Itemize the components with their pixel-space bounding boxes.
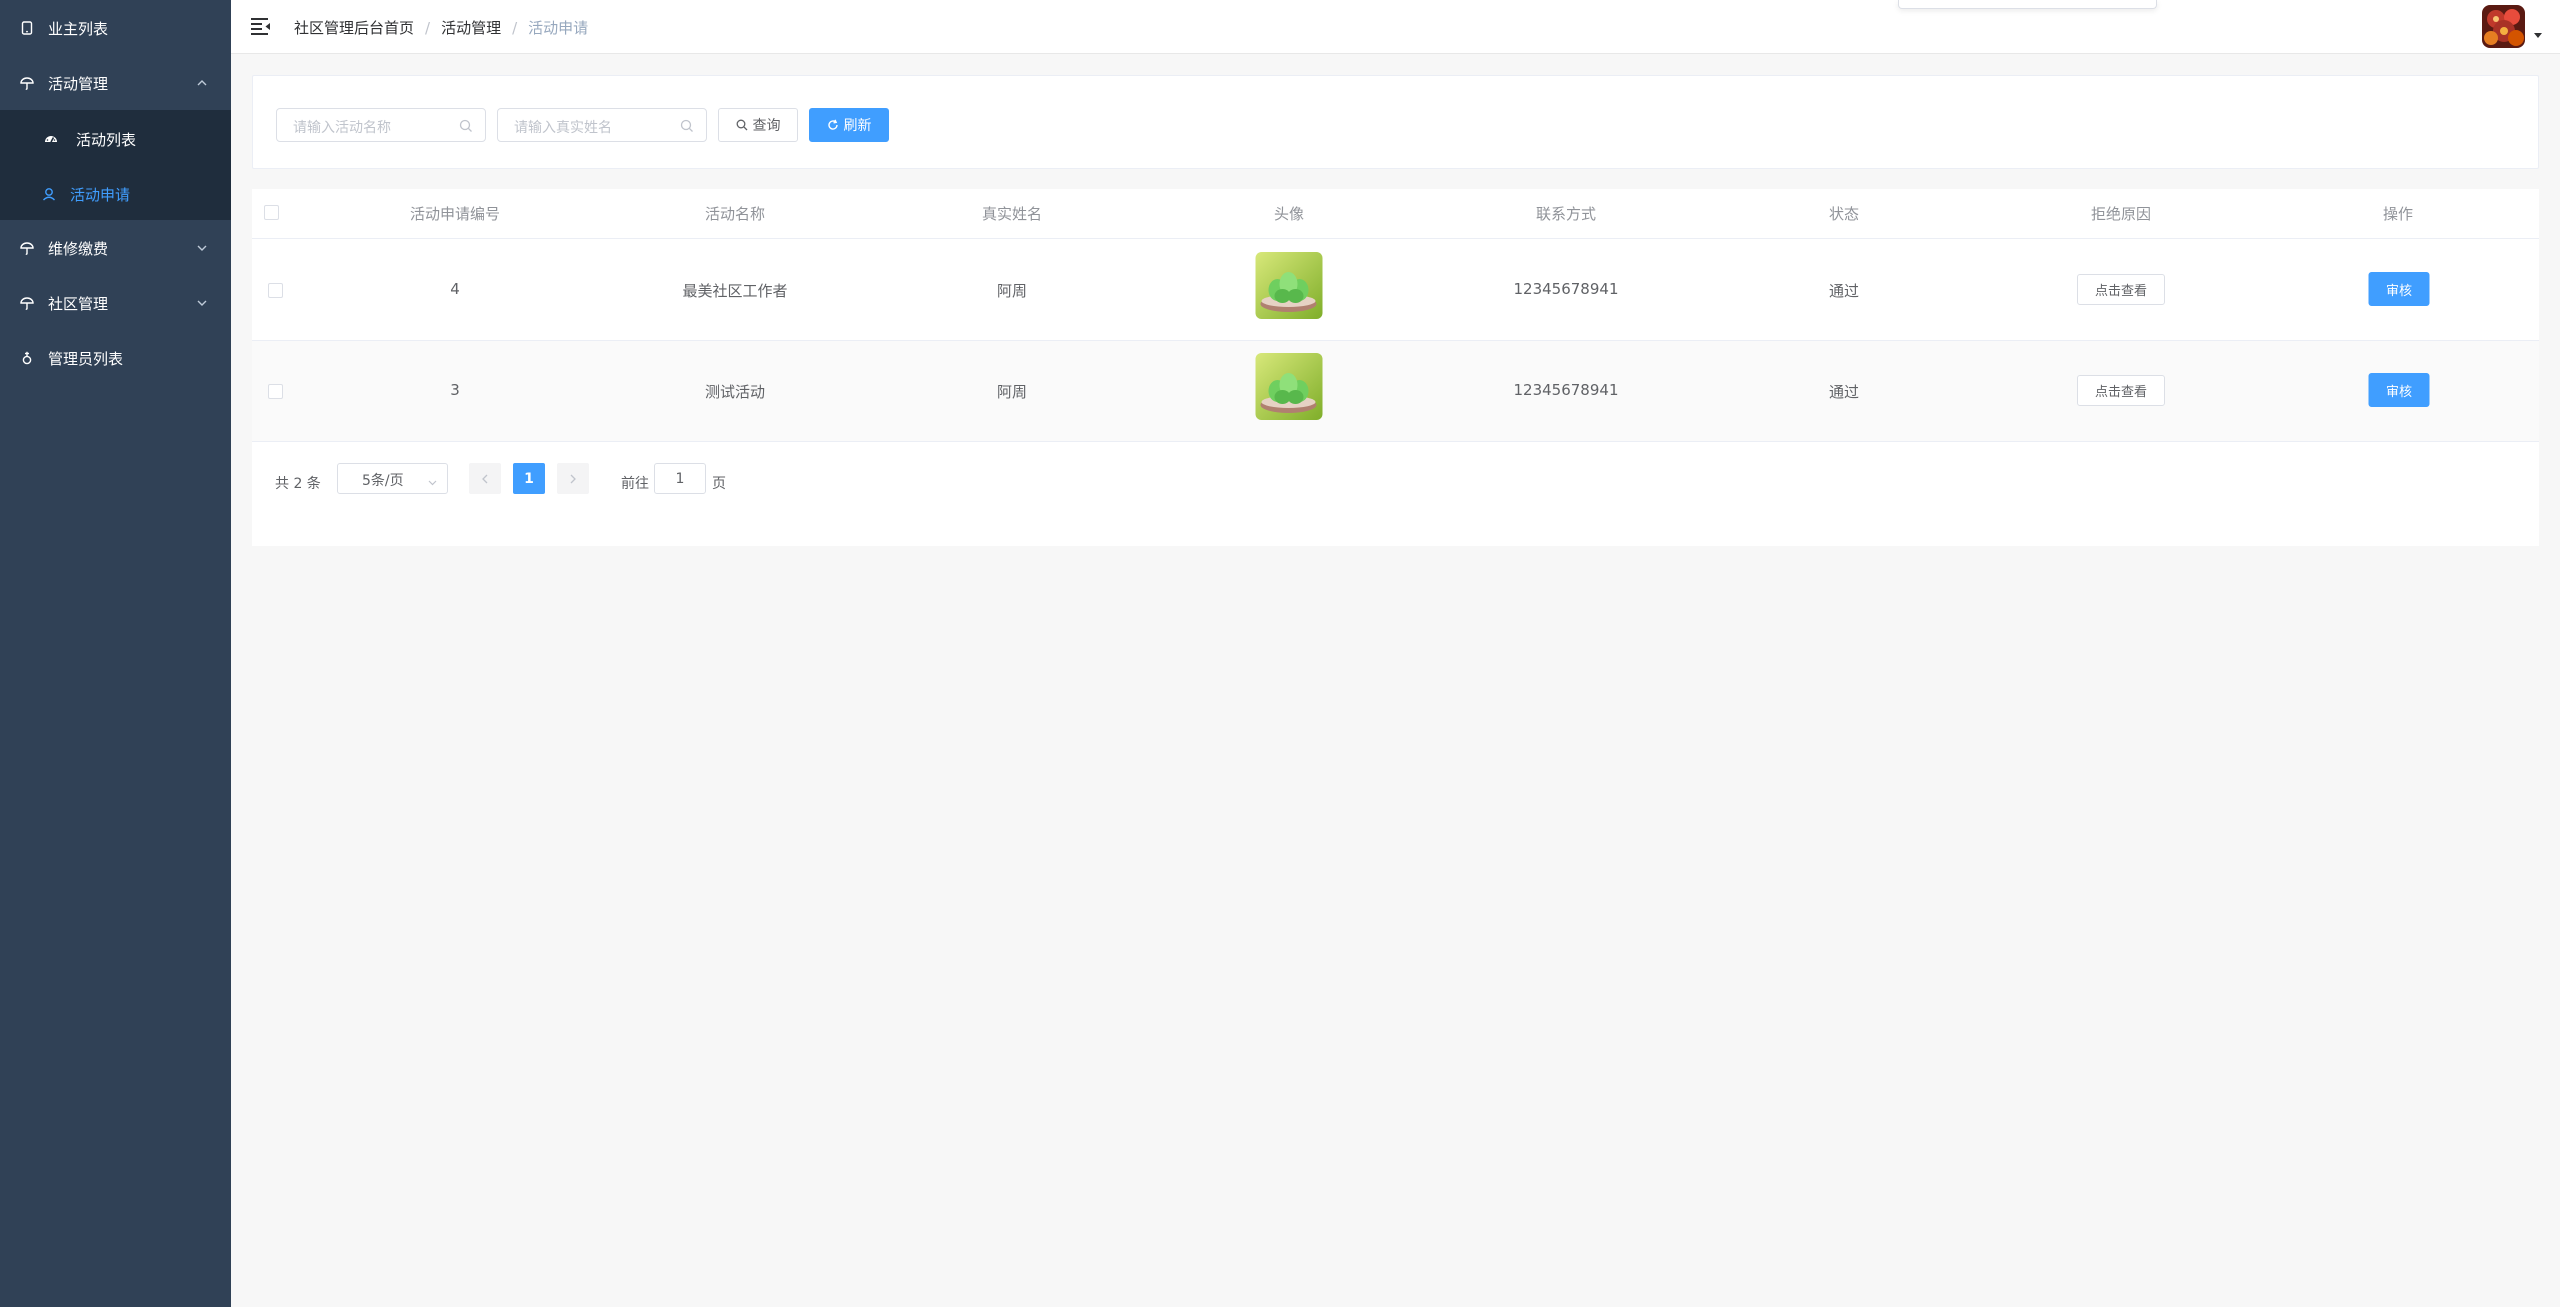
- umbrella-icon: [20, 241, 34, 255]
- search-icon: [680, 119, 694, 133]
- input-placeholder: 请输入活动名称: [293, 120, 391, 136]
- breadcrumb-activity-management[interactable]: 活动管理: [441, 17, 501, 38]
- caret-down-icon[interactable]: [2534, 33, 2542, 38]
- real-name-input[interactable]: 请输入真实姓名: [497, 108, 707, 142]
- sidebar-item-label: 管理员列表: [48, 349, 124, 368]
- view-reason-button[interactable]: 点击查看: [2077, 375, 2165, 406]
- review-button[interactable]: 审核: [2368, 272, 2430, 306]
- sidebar-item-activity-list[interactable]: 活动列表: [0, 112, 231, 166]
- cell-real-name: 阿周: [996, 383, 1028, 401]
- sidebar-item-admin-list[interactable]: 管理员列表: [0, 331, 231, 385]
- view-reason-button[interactable]: 点击查看: [2077, 274, 2165, 305]
- cell-status: 通过: [1828, 282, 1860, 300]
- cell-activity-name: 最美社区工作者: [682, 282, 788, 300]
- sidebar-item-label: 活动列表: [76, 130, 137, 149]
- refresh-icon: [827, 119, 839, 131]
- pagination: 共 2 条 5条/页 1 前往 1 页: [252, 430, 2539, 494]
- sidebar-item-label: 活动管理: [48, 74, 109, 93]
- cell-activity-name: 测试活动: [704, 383, 766, 401]
- goto-suffix: 页: [712, 476, 726, 492]
- cell-phone: 12345678941: [1513, 280, 1619, 298]
- breadcrumb-separator: /: [512, 18, 518, 37]
- column-header: 状态: [1828, 205, 1860, 223]
- umbrella-icon: [20, 76, 34, 90]
- user-avatar[interactable]: [2482, 5, 2525, 48]
- table-row: 4 最美社区工作者 阿周 12345678941 通过 点击查看 审核: [252, 240, 2539, 341]
- cell-real-name: 阿周: [996, 282, 1028, 300]
- top-navbar: 社区管理后台首页 / 活动管理 / 活动申请: [231, 0, 2560, 54]
- search-panel: 请输入活动名称 请输入真实姓名 查询 刷新: [252, 75, 2539, 169]
- breadcrumb-separator: /: [425, 18, 431, 37]
- table-header: 活动申请编号 活动名称 真实姓名 头像 联系方式 状态 拒绝原因 操作: [252, 189, 2539, 239]
- page-size-value: 5条/页: [362, 473, 404, 489]
- refresh-button[interactable]: 刷新: [809, 108, 889, 142]
- sidebar-item-label: 维修缴费: [48, 239, 109, 258]
- page-size-select[interactable]: 5条/页: [337, 463, 448, 494]
- select-all-checkbox[interactable]: [264, 205, 279, 220]
- breadcrumb: 社区管理后台首页 / 活动管理 / 活动申请: [294, 17, 588, 38]
- goto-prefix: 前往: [621, 476, 649, 492]
- sidebar-item-activity-application[interactable]: 活动申请: [0, 167, 231, 221]
- cell-application-id: 4: [450, 280, 460, 298]
- column-header: 联系方式: [1535, 205, 1597, 223]
- review-button[interactable]: 审核: [2368, 373, 2430, 407]
- dropdown-popover-edge: [1898, 0, 2157, 9]
- sidebar-item-label: 活动申请: [70, 185, 131, 204]
- sidebar-item-community-management[interactable]: 社区管理: [0, 276, 231, 330]
- gauge-icon: [44, 132, 58, 146]
- umbrella-icon: [20, 296, 34, 310]
- pagination-total: 共 2 条: [275, 476, 321, 492]
- breadcrumb-current: 活动申请: [528, 19, 589, 37]
- chevron-up-icon: [195, 76, 209, 90]
- query-button-label: 查询: [752, 118, 781, 134]
- avatar-image: [1255, 353, 1323, 420]
- column-header: 活动名称: [704, 205, 766, 223]
- chevron-down-icon: [428, 475, 437, 486]
- chevron-down-icon: [195, 296, 209, 310]
- column-header: 头像: [1273, 205, 1305, 223]
- menu-toggle-icon[interactable]: [251, 17, 271, 35]
- cell-application-id: 3: [450, 381, 460, 399]
- row-checkbox[interactable]: [268, 384, 283, 399]
- column-header: 操作: [2382, 205, 2414, 223]
- sidebar-item-activity-management[interactable]: 活动管理: [0, 56, 231, 110]
- activity-name-input[interactable]: 请输入活动名称: [276, 108, 486, 142]
- cell-phone: 12345678941: [1513, 381, 1619, 399]
- search-icon: [459, 119, 473, 133]
- prev-page-button[interactable]: [469, 463, 501, 494]
- sidebar-item-label: 社区管理: [48, 294, 109, 313]
- cell-status: 通过: [1828, 383, 1860, 401]
- sidebar-item-repair-payment[interactable]: 维修缴费: [0, 221, 231, 275]
- chevron-down-icon: [195, 241, 209, 255]
- breadcrumb-home[interactable]: 社区管理后台首页: [294, 17, 414, 38]
- column-header: 真实姓名: [981, 205, 1043, 223]
- refresh-button-label: 刷新: [843, 118, 872, 134]
- female-icon: [20, 351, 34, 365]
- page-number-button[interactable]: 1: [513, 463, 545, 494]
- row-checkbox[interactable]: [268, 283, 283, 298]
- goto-page-input[interactable]: 1: [654, 463, 706, 494]
- sidebar-item-label: 业主列表: [48, 19, 109, 38]
- avatar-image: [1255, 252, 1323, 319]
- user-icon: [42, 187, 56, 201]
- application-table: 活动申请编号 活动名称 真实姓名 头像 联系方式 状态 拒绝原因 操作 4 最美…: [252, 189, 2539, 546]
- column-header: 拒绝原因: [2090, 205, 2152, 223]
- table-row: 3 测试活动 阿周 12345678941 通过 点击查看 审核: [252, 341, 2539, 442]
- sidebar: 业主列表 活动管理 活动列表 活动申请 维修缴费 社区管理 管理员列表: [0, 0, 231, 1307]
- search-icon: [736, 119, 748, 131]
- sidebar-item-owners[interactable]: 业主列表: [0, 1, 231, 55]
- input-placeholder: 请输入真实姓名: [514, 120, 612, 136]
- next-page-button[interactable]: [557, 463, 589, 494]
- query-button[interactable]: 查询: [718, 108, 798, 142]
- column-header: 活动申请编号: [409, 205, 501, 223]
- tablet-icon: [20, 21, 34, 35]
